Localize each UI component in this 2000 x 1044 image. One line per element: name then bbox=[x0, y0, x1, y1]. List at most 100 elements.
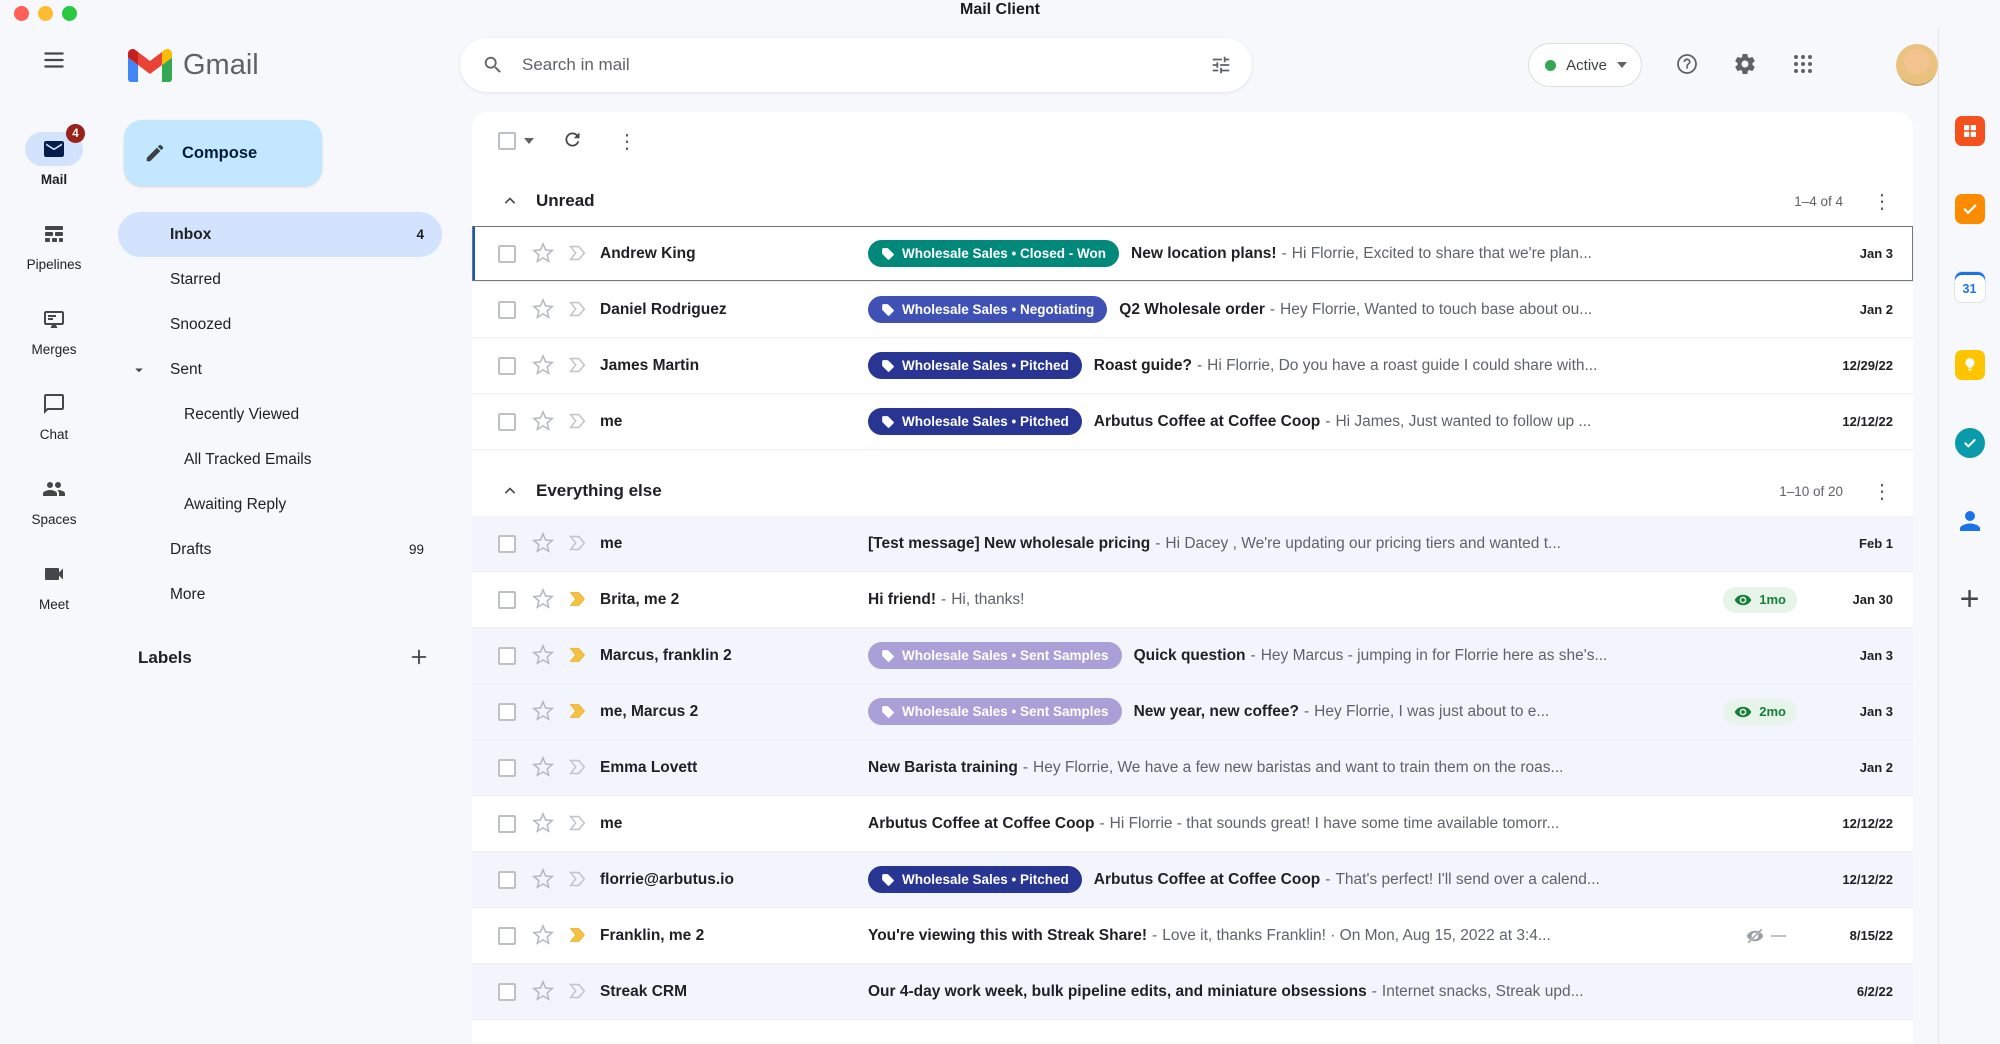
star-icon[interactable] bbox=[532, 410, 556, 434]
pipeline-stage-badge[interactable]: Wholesale Sales • Pitched bbox=[868, 866, 1082, 893]
select-email-checkbox[interactable] bbox=[498, 647, 516, 665]
sidebar-item-sent[interactable]: Sent bbox=[118, 347, 442, 392]
importance-marker-icon[interactable] bbox=[566, 298, 590, 322]
more-options-button[interactable]: ⋮ bbox=[616, 129, 638, 154]
star-icon[interactable] bbox=[532, 644, 556, 668]
select-email-checkbox[interactable] bbox=[498, 703, 516, 721]
star-icon[interactable] bbox=[532, 354, 556, 378]
email-row[interactable]: Andrew KingWholesale Sales • Closed - Wo… bbox=[472, 226, 1913, 282]
star-icon[interactable] bbox=[532, 588, 556, 612]
select-email-checkbox[interactable] bbox=[498, 815, 516, 833]
select-email-checkbox[interactable] bbox=[498, 871, 516, 889]
avatar[interactable] bbox=[1896, 44, 1938, 86]
select-all-checkbox[interactable] bbox=[498, 132, 516, 150]
email-row[interactable]: meWholesale Sales • PitchedArbutus Coffe… bbox=[472, 394, 1913, 450]
select-email-checkbox[interactable] bbox=[498, 591, 516, 609]
pipeline-stage-badge[interactable]: Wholesale Sales • Negotiating bbox=[868, 296, 1107, 323]
google-apps-button[interactable] bbox=[1790, 52, 1816, 78]
pipeline-stage-badge[interactable]: Wholesale Sales • Sent Samples bbox=[868, 642, 1122, 669]
email-row[interactable]: Brita, me 2Hi friend!-Hi, thanks!1moJan … bbox=[472, 572, 1913, 628]
pipeline-stage-badge[interactable]: Wholesale Sales • Pitched bbox=[868, 352, 1082, 379]
select-caret-icon[interactable] bbox=[524, 138, 534, 144]
select-email-checkbox[interactable] bbox=[498, 245, 516, 263]
importance-marker-icon[interactable] bbox=[566, 756, 590, 780]
section-more-button[interactable]: ⋮ bbox=[1871, 189, 1893, 214]
importance-marker-icon[interactable] bbox=[566, 410, 590, 434]
rail-item-meet[interactable]: Meet bbox=[25, 557, 83, 612]
star-icon[interactable] bbox=[532, 298, 556, 322]
star-icon[interactable] bbox=[532, 242, 556, 266]
star-icon[interactable] bbox=[532, 532, 556, 556]
email-row[interactable]: meArbutus Coffee at Coffee Coop-Hi Florr… bbox=[472, 796, 1913, 852]
search-input[interactable] bbox=[522, 55, 1200, 75]
collapse-section-chevron-icon[interactable] bbox=[500, 191, 520, 211]
email-row[interactable]: florrie@arbutus.ioWholesale Sales • Pitc… bbox=[472, 852, 1913, 908]
star-icon[interactable] bbox=[532, 700, 556, 724]
importance-marker-icon[interactable] bbox=[566, 700, 590, 724]
contacts-addon-icon[interactable] bbox=[1953, 504, 1987, 538]
select-email-checkbox[interactable] bbox=[498, 927, 516, 945]
rail-item-pipelines[interactable]: Pipelines bbox=[25, 217, 83, 272]
streak-addon-icon[interactable] bbox=[1953, 114, 1987, 148]
pipeline-stage-badge[interactable]: Wholesale Sales • Pitched bbox=[868, 408, 1082, 435]
window-zoom-button[interactable] bbox=[62, 6, 77, 21]
importance-marker-icon[interactable] bbox=[566, 980, 590, 1004]
compose-button[interactable]: Compose bbox=[124, 120, 322, 186]
star-icon[interactable] bbox=[532, 924, 556, 948]
keep-addon-icon[interactable] bbox=[1953, 348, 1987, 382]
tasks-addon-icon[interactable] bbox=[1953, 426, 1987, 460]
rail-item-chat[interactable]: Chat bbox=[25, 387, 83, 442]
pipeline-stage-badge[interactable]: Wholesale Sales • Sent Samples bbox=[868, 698, 1122, 725]
sidebar-item-more[interactable]: More bbox=[118, 572, 442, 617]
sidebar-item-starred[interactable]: Starred bbox=[118, 257, 442, 302]
select-email-checkbox[interactable] bbox=[498, 413, 516, 431]
collapse-section-chevron-icon[interactable] bbox=[500, 481, 520, 501]
create-label-button[interactable] bbox=[406, 645, 432, 671]
rail-item-spaces[interactable]: Spaces bbox=[25, 472, 83, 527]
settings-button[interactable] bbox=[1732, 52, 1758, 78]
email-row[interactable]: me[Test message] New wholesale pricing-H… bbox=[472, 516, 1913, 572]
email-row[interactable]: me, Marcus 2Wholesale Sales • Sent Sampl… bbox=[472, 684, 1913, 740]
rail-item-mail[interactable]: 4Mail bbox=[25, 132, 83, 187]
star-icon[interactable] bbox=[532, 868, 556, 892]
email-row[interactable]: Daniel RodriguezWholesale Sales • Negoti… bbox=[472, 282, 1913, 338]
search-bar[interactable] bbox=[460, 38, 1252, 92]
email-row[interactable]: James MartinWholesale Sales • PitchedRoa… bbox=[472, 338, 1913, 394]
importance-marker-icon[interactable] bbox=[566, 868, 590, 892]
streak-tasks-addon-icon[interactable] bbox=[1953, 192, 1987, 226]
importance-marker-icon[interactable] bbox=[566, 812, 590, 836]
select-email-checkbox[interactable] bbox=[498, 301, 516, 319]
refresh-button[interactable] bbox=[560, 129, 584, 153]
select-email-checkbox[interactable] bbox=[498, 357, 516, 375]
sidebar-item-all-tracked-emails[interactable]: All Tracked Emails bbox=[118, 437, 442, 482]
rail-item-merges[interactable]: Merges bbox=[25, 302, 83, 357]
importance-marker-icon[interactable] bbox=[566, 644, 590, 668]
get-addons-icon[interactable]: + bbox=[1953, 582, 1987, 616]
importance-marker-icon[interactable] bbox=[566, 588, 590, 612]
star-icon[interactable] bbox=[532, 980, 556, 1004]
sidebar-item-drafts[interactable]: Drafts99 bbox=[118, 527, 442, 572]
star-icon[interactable] bbox=[532, 756, 556, 780]
email-row[interactable]: Marcus, franklin 2Wholesale Sales • Sent… bbox=[472, 628, 1913, 684]
main-menu-button[interactable] bbox=[39, 46, 69, 76]
star-icon[interactable] bbox=[532, 812, 556, 836]
section-more-button[interactable]: ⋮ bbox=[1871, 479, 1893, 504]
window-minimize-button[interactable] bbox=[38, 6, 53, 21]
sidebar-item-inbox[interactable]: Inbox4 bbox=[118, 212, 442, 257]
email-row[interactable]: Franklin, me 2You're viewing this with S… bbox=[472, 908, 1913, 964]
calendar-addon-icon[interactable]: 31 bbox=[1953, 270, 1987, 304]
email-row[interactable]: Streak CRMOur 4-day work week, bulk pipe… bbox=[472, 964, 1913, 1020]
window-close-button[interactable] bbox=[14, 6, 29, 21]
select-email-checkbox[interactable] bbox=[498, 535, 516, 553]
email-row[interactable]: Emma LovettNew Barista training-Hey Flor… bbox=[472, 740, 1913, 796]
select-email-checkbox[interactable] bbox=[498, 983, 516, 1001]
streak-status-dropdown[interactable]: Active bbox=[1528, 43, 1642, 87]
select-email-checkbox[interactable] bbox=[498, 759, 516, 777]
gmail-logo[interactable]: Gmail bbox=[108, 28, 460, 86]
importance-marker-icon[interactable] bbox=[566, 354, 590, 378]
search-filters-button[interactable] bbox=[1200, 44, 1242, 86]
help-button[interactable] bbox=[1674, 52, 1700, 78]
importance-marker-icon[interactable] bbox=[566, 242, 590, 266]
pipeline-stage-badge[interactable]: Wholesale Sales • Closed - Won bbox=[868, 240, 1119, 267]
importance-marker-icon[interactable] bbox=[566, 532, 590, 556]
